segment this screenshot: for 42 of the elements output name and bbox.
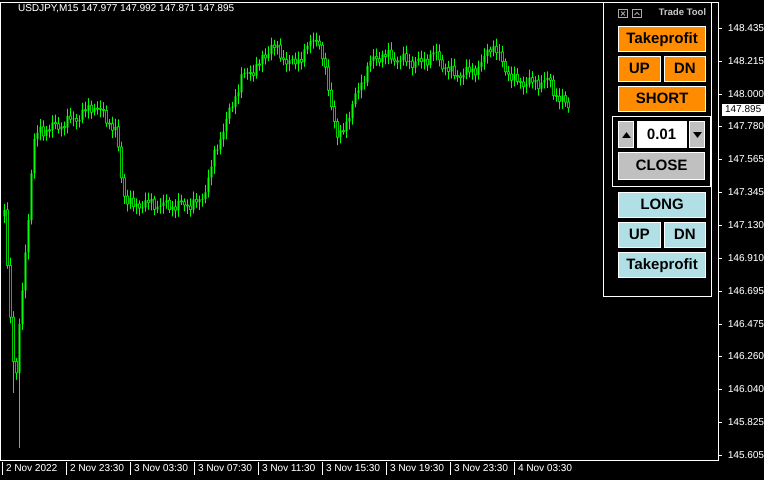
buy-button[interactable]: LONG xyxy=(618,192,706,218)
buy-button[interactable]: DN xyxy=(664,222,706,248)
minimize-icon[interactable] xyxy=(632,8,642,18)
panel-title: Trade Tool xyxy=(658,6,706,20)
price-label: 145.605 xyxy=(726,448,764,463)
price-label: 147.780 xyxy=(726,120,764,134)
time-label: 3 Nov 23:30 xyxy=(450,462,508,475)
symbol-info: USDJPY,M15 147.977 147.992 147.871 147.895 xyxy=(18,3,234,15)
time-label: 3 Nov 19:30 xyxy=(386,462,444,475)
price-label: 148.000 xyxy=(726,88,764,102)
up-triangle-icon xyxy=(622,132,630,138)
time-label: 3 Nov 03:30 xyxy=(130,462,188,475)
sell-button[interactable]: SHORT xyxy=(618,86,706,112)
price-label: 146.695 xyxy=(726,284,764,299)
sell-button[interactable]: Takeprofit xyxy=(618,26,706,52)
down-triangle-icon xyxy=(692,132,702,138)
price-label: 148.435 xyxy=(726,22,764,36)
increase-button[interactable] xyxy=(618,121,634,148)
time-label: 3 Nov 11:30 xyxy=(258,462,316,475)
close-icon[interactable] xyxy=(618,8,628,18)
time-label: 3 Nov 15:30 xyxy=(322,462,380,475)
close-button[interactable]: CLOSE xyxy=(618,152,705,180)
sell-button[interactable]: DN xyxy=(664,56,706,82)
time-label: 4 Nov 03:30 xyxy=(514,462,572,475)
price-label: 146.040 xyxy=(726,383,764,398)
time-label: 2 Nov 23:30 xyxy=(66,462,124,475)
time-label: 3 Nov 07:30 xyxy=(194,462,252,475)
decrease-button[interactable] xyxy=(689,121,705,148)
price-label: 147.345 xyxy=(726,186,764,200)
price-label: 147.565 xyxy=(726,153,764,168)
price-label: 145.825 xyxy=(726,416,764,430)
current-price-label: 147.895 xyxy=(722,104,764,116)
price-label: 147.130 xyxy=(726,218,764,233)
price-label: 148.215 xyxy=(726,54,764,69)
price-label: 146.260 xyxy=(726,350,764,364)
buy-button[interactable]: Takeprofit xyxy=(618,252,706,278)
price-label: 146.475 xyxy=(726,318,764,332)
buy-button[interactable]: UP xyxy=(618,222,660,248)
price-label: 146.910 xyxy=(726,252,764,266)
sell-button[interactable]: UP xyxy=(618,56,660,82)
time-label: 2 Nov 2022 xyxy=(2,462,58,475)
lot-size-field[interactable]: 0.01 xyxy=(636,121,686,148)
